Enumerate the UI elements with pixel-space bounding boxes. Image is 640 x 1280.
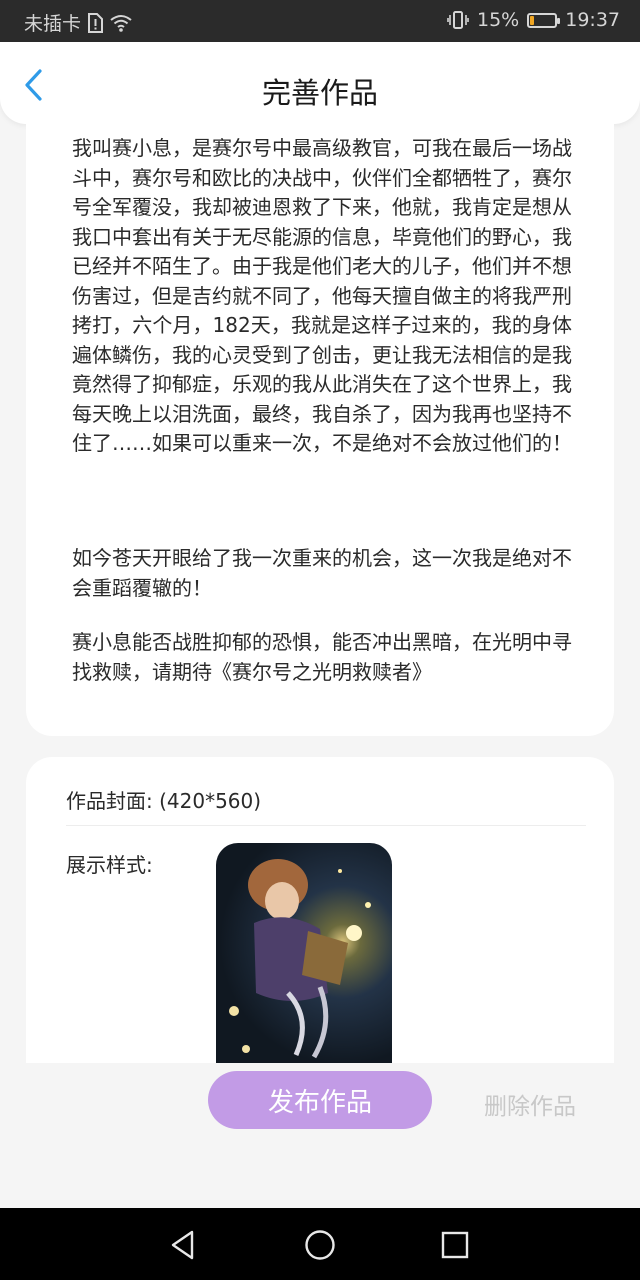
- description-paragraph-2: 如今苍天开眼给了我一次重来的机会，这一次我是绝对不会重蹈覆辙的！: [72, 546, 572, 600]
- cover-size-label: 作品封面: (420*560): [66, 789, 262, 813]
- cover-illustration: [229, 859, 371, 1059]
- battery-icon: [527, 12, 561, 28]
- bottom-action-bar: 发布作品 删除作品: [0, 1063, 640, 1208]
- back-triangle-icon[interactable]: [166, 1228, 200, 1262]
- clock: 19:37: [565, 9, 620, 31]
- description-paragraph-3: 赛小息能否战胜抑郁的恐惧，能否冲出黑暗，在光明中寻找救赎，请期待《赛尔号之光明救…: [72, 630, 572, 684]
- app-header: 完善作品: [0, 42, 640, 124]
- delete-button[interactable]: 删除作品: [484, 1087, 576, 1121]
- system-nav-bar: [0, 1208, 640, 1280]
- sim-alert-icon: [88, 12, 104, 33]
- recents-square-icon[interactable]: [438, 1228, 472, 1262]
- wifi-icon: [110, 14, 132, 32]
- publish-button[interactable]: 发布作品: [208, 1071, 432, 1129]
- vibrate-icon: [447, 11, 469, 29]
- cover-image[interactable]: [216, 843, 392, 1063]
- battery-level-fill: [530, 15, 535, 25]
- battery-percent: 15%: [477, 9, 520, 31]
- description-card[interactable]: 我叫赛小息，是赛尔号中最高级教官，可我在最后一场战斗中，赛尔号和欧比的决战中，伙…: [26, 124, 614, 736]
- carrier-text: 未插卡: [24, 13, 82, 35]
- status-bar: 未插卡 15% 19:37: [0, 0, 640, 42]
- home-circle-icon[interactable]: [303, 1228, 337, 1262]
- status-left: 未插卡: [24, 9, 133, 36]
- page-title: 完善作品: [261, 76, 378, 110]
- divider: [66, 825, 586, 826]
- description-paragraph-1: 我叫赛小息，是赛尔号中最高级教官，可我在最后一场战斗中，赛尔号和欧比的决战中，伙…: [72, 136, 572, 455]
- status-right: 15% 19:37: [447, 9, 620, 31]
- cover-card: 作品封面: (420*560) 展示样式:: [26, 757, 614, 1063]
- display-style-label: 展示样式:: [66, 853, 153, 877]
